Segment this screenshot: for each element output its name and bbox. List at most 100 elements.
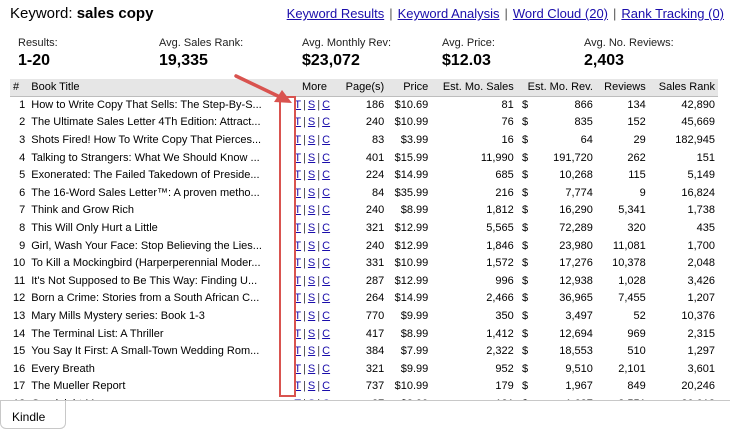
- col-est-mo-rev[interactable]: Est. Mo. Rev.: [516, 79, 596, 97]
- top-bar: Keyword: sales copy Keyword Results | Keyw…: [0, 0, 730, 30]
- table-row: 17 The Mueller Report T | S | C 737 $10.99 179 $1,…: [10, 378, 718, 396]
- book-title[interactable]: To Kill a Mockingbird (Harperperennial M…: [28, 254, 291, 272]
- c-link[interactable]: C: [322, 380, 330, 392]
- tab-kindle[interactable]: Kindle: [0, 401, 66, 429]
- book-title[interactable]: Mary Mills Mystery series: Book 1-3: [28, 307, 291, 325]
- c-link[interactable]: C: [322, 116, 330, 128]
- s-link[interactable]: S: [308, 310, 315, 322]
- s-link[interactable]: S: [308, 204, 315, 216]
- sales-rank: 5,149: [687, 169, 715, 182]
- book-title[interactable]: Born a Crime: Stories from a South Afric…: [28, 290, 291, 308]
- col-sales-rank[interactable]: Sales Rank: [648, 79, 718, 97]
- keyword-analysis-link[interactable]: Keyword Analysis: [398, 6, 500, 21]
- book-title[interactable]: Exonerated: The Failed Takedown of Presi…: [28, 166, 291, 184]
- col-pages[interactable]: Page(s): [337, 79, 388, 97]
- row-number: 13: [13, 309, 26, 322]
- more-links: T|S|C: [294, 380, 331, 393]
- reviews: 320: [627, 221, 646, 234]
- col-rank-number[interactable]: #: [10, 79, 29, 97]
- row-number: 12: [13, 292, 26, 305]
- book-title[interactable]: This Will Only Hurt a Little: [28, 219, 291, 237]
- s-link[interactable]: S: [308, 116, 315, 128]
- col-price[interactable]: Price: [387, 79, 432, 97]
- s-link[interactable]: S: [308, 363, 315, 375]
- pages: 83: [371, 133, 385, 146]
- book-title[interactable]: The Mueller Report: [28, 378, 291, 396]
- book-title[interactable]: The 16-Word Sales Letter™: A proven meth…: [28, 184, 291, 202]
- s-link[interactable]: S: [308, 240, 315, 252]
- c-link[interactable]: C: [322, 169, 330, 181]
- c-link[interactable]: C: [322, 310, 330, 322]
- est-mo-sales: 81: [501, 99, 514, 112]
- pages: 321: [365, 221, 385, 234]
- est-mo-rev: 9,510: [565, 362, 593, 375]
- pages: 770: [365, 309, 385, 322]
- table-row: 9 Girl, Wash Your Face: Stop Believing th…: [10, 237, 718, 255]
- s-link[interactable]: S: [308, 152, 315, 164]
- more-links: T|S|C: [294, 204, 331, 217]
- est-mo-sales: 1,412: [486, 327, 514, 340]
- c-link[interactable]: C: [322, 345, 330, 357]
- c-link[interactable]: C: [322, 328, 330, 340]
- s-link[interactable]: S: [308, 292, 315, 304]
- book-title[interactable]: Shots Fired! How To Write Copy That Pier…: [28, 131, 291, 149]
- est-mo-rev: 17,276: [559, 257, 593, 270]
- c-link[interactable]: C: [322, 222, 330, 234]
- book-title[interactable]: The Terminal List: A Thriller: [28, 325, 291, 343]
- c-link[interactable]: C: [322, 292, 330, 304]
- price: $3.99: [400, 133, 429, 146]
- rank-tracking-link[interactable]: Rank Tracking (0): [621, 6, 724, 21]
- col-reviews[interactable]: Reviews: [595, 79, 649, 97]
- book-title[interactable]: Talking to Strangers: What We Should Kno…: [28, 149, 291, 167]
- c-link[interactable]: C: [322, 204, 330, 216]
- s-link[interactable]: S: [308, 169, 315, 181]
- s-link[interactable]: S: [308, 222, 315, 234]
- book-title[interactable]: Girl, Wash Your Face: Stop Believing the…: [28, 237, 291, 255]
- book-title[interactable]: The Ultimate Sales Letter 4Th Edition: A…: [28, 114, 291, 132]
- price: $15.99: [394, 151, 429, 164]
- c-link[interactable]: C: [322, 275, 330, 287]
- book-title[interactable]: Think and Grow Rich: [28, 202, 291, 220]
- keyword-results-link[interactable]: Keyword Results: [287, 6, 385, 21]
- word-cloud-link[interactable]: Word Cloud (20): [513, 6, 608, 21]
- s-link[interactable]: S: [308, 345, 315, 357]
- s-link[interactable]: S: [308, 257, 315, 269]
- sales-rank: 2,048: [687, 257, 715, 270]
- s-link[interactable]: S: [308, 134, 315, 146]
- book-title[interactable]: It's Not Supposed to Be This Way: Findin…: [28, 272, 291, 290]
- row-number: 2: [19, 116, 26, 129]
- more-links: T|S|C: [294, 309, 331, 322]
- currency-symbol: $: [521, 204, 529, 217]
- s-link[interactable]: S: [308, 275, 315, 287]
- table-body: 1 How to Write Copy That Sells: The Step-…: [10, 96, 718, 434]
- col-est-mo-sales[interactable]: Est. Mo. Sales: [431, 79, 517, 97]
- c-link[interactable]: C: [322, 240, 330, 252]
- price: $9.99: [400, 309, 429, 322]
- s-link[interactable]: S: [308, 328, 315, 340]
- c-link[interactable]: C: [322, 99, 330, 111]
- price: $10.99: [394, 116, 429, 129]
- c-link[interactable]: C: [322, 134, 330, 146]
- book-title[interactable]: Every Breath: [28, 360, 291, 378]
- sales-rank: 1,207: [687, 292, 715, 305]
- s-link[interactable]: S: [308, 380, 315, 392]
- c-link[interactable]: C: [322, 257, 330, 269]
- s-link[interactable]: S: [308, 187, 315, 199]
- currency-symbol: $: [521, 345, 529, 358]
- table-row: 2 The Ultimate Sales Letter 4Th Edition: …: [10, 114, 718, 132]
- price: $12.99: [394, 221, 429, 234]
- est-mo-rev: 23,980: [559, 239, 593, 252]
- table-row: 14 The Terminal List: A Thriller T | S | C 417 $…: [10, 325, 718, 343]
- book-title[interactable]: You Say It First: A Small-Town Wedding R…: [28, 342, 291, 360]
- pages: 240: [365, 204, 385, 217]
- c-link[interactable]: C: [322, 152, 330, 164]
- s-link[interactable]: S: [308, 99, 315, 111]
- row-number: 3: [19, 133, 26, 146]
- currency-symbol: $: [521, 151, 529, 164]
- sales-rank: 3,601: [687, 362, 715, 375]
- est-mo-sales: 1,846: [486, 239, 514, 252]
- c-link[interactable]: C: [322, 187, 330, 199]
- c-link[interactable]: C: [322, 363, 330, 375]
- pages: 737: [365, 380, 385, 393]
- est-mo-sales: 996: [495, 274, 514, 287]
